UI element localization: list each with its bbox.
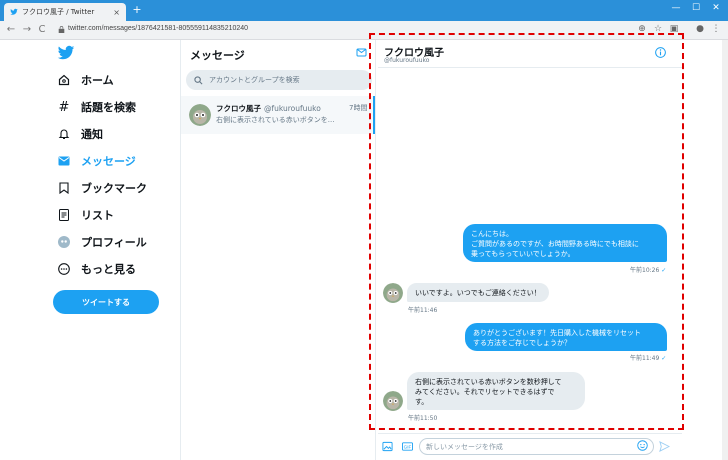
sidebar-item-notifications[interactable]: 通知 bbox=[57, 124, 103, 144]
message-line: ご質問があるのですが、お時間野ある時にでも相談に bbox=[471, 240, 639, 248]
message-timestamp: 午前10:26 ✓ bbox=[630, 265, 666, 274]
list-icon bbox=[57, 208, 71, 222]
lock-icon bbox=[58, 26, 65, 33]
message-input-placeholder: 新しいメッセージを作成 bbox=[426, 442, 503, 451]
more-icon bbox=[57, 262, 71, 276]
tab-title: フクロウ風子 / Twitter bbox=[22, 8, 95, 16]
profile-avatar-icon bbox=[57, 235, 71, 249]
avatar bbox=[383, 283, 403, 303]
back-button[interactable]: ← bbox=[5, 24, 17, 35]
message-time: 午前11:49 bbox=[630, 355, 660, 362]
received-message: いいですよ。いつでもご連絡ください！ bbox=[407, 283, 549, 302]
received-message: 右側に表示されている赤いボタンを数秒押して みてください。それでリセットできるは… bbox=[407, 372, 585, 410]
message-line: 乗ってもらっていいでしょうか。 bbox=[471, 250, 575, 258]
sidebar-item-explore[interactable]: # 話題を検索 bbox=[57, 97, 136, 117]
tweet-button[interactable]: ツイートする bbox=[53, 290, 159, 314]
selected-indicator bbox=[373, 96, 375, 134]
composer-divider bbox=[378, 433, 682, 434]
sent-message: ありがとうございます！先日購入した機械をリセット する方法をご存じでしょうか？ bbox=[465, 323, 667, 351]
info-icon[interactable] bbox=[655, 47, 666, 58]
home-icon bbox=[57, 73, 71, 87]
sidebar-item-label: ブックマーク bbox=[81, 182, 147, 195]
sidebar-item-more[interactable]: もっと見る bbox=[57, 259, 136, 279]
account-icon[interactable]: ● bbox=[694, 24, 706, 34]
browser-tabbar: フクロウ風子 / Twitter × + — ☐ ✕ bbox=[0, 0, 728, 21]
url-field[interactable]: twitter.com/messages/1876421581-80555911… bbox=[68, 25, 248, 32]
conversation-item[interactable]: フクロウ風子 @fukuroufuuko 7時間 右側に表示されている赤いボタンを… bbox=[181, 96, 375, 134]
sidebar-item-messages[interactable]: メッセージ bbox=[57, 151, 136, 171]
sidebar-item-label: 通知 bbox=[81, 128, 103, 141]
sidebar-item-label: リスト bbox=[81, 209, 114, 222]
avatar bbox=[383, 391, 403, 411]
maximize-button[interactable]: ☐ bbox=[686, 3, 706, 13]
envelope-icon bbox=[57, 154, 71, 168]
svg-text:GIF: GIF bbox=[404, 445, 412, 450]
message-line: ありがとうございます！先日購入した機械をリセット bbox=[473, 329, 641, 337]
gif-icon[interactable]: GIF bbox=[402, 441, 413, 452]
new-tab-button[interactable]: + bbox=[131, 4, 143, 16]
forward-button[interactable]: → bbox=[21, 24, 33, 35]
message-input[interactable]: 新しいメッセージを作成 bbox=[419, 438, 654, 455]
message-line: こんにちは。 bbox=[471, 230, 513, 238]
search-icon bbox=[194, 75, 203, 84]
sidebar-item-home[interactable]: ホーム bbox=[57, 70, 114, 90]
sidebar-item-label: もっと見る bbox=[81, 263, 136, 276]
close-window-button[interactable]: ✕ bbox=[706, 3, 726, 13]
browser-tab[interactable]: フクロウ風子 / Twitter × bbox=[4, 3, 126, 21]
image-icon[interactable] bbox=[382, 441, 393, 452]
sidebar-item-label: 話題を検索 bbox=[81, 101, 136, 114]
hashtag-icon: # bbox=[58, 99, 70, 115]
sidebar-item-lists[interactable]: リスト bbox=[57, 205, 114, 225]
sidebar-item-profile[interactable]: プロフィール bbox=[57, 232, 147, 252]
sidebar-item-label: プロフィール bbox=[81, 236, 147, 249]
chat-header-divider bbox=[378, 67, 682, 68]
reload-button[interactable]: C bbox=[36, 24, 48, 35]
extension-icon[interactable]: ▣ bbox=[668, 24, 680, 34]
twitter-favicon-icon bbox=[10, 8, 18, 15]
new-message-icon[interactable] bbox=[356, 47, 368, 59]
read-check-icon: ✓ bbox=[661, 267, 667, 274]
conversation-time: 7時間 bbox=[349, 104, 368, 112]
message-line: いいですよ。いつでもご連絡ください！ bbox=[415, 289, 541, 297]
message-line: する方法をご存じでしょうか？ bbox=[473, 339, 571, 347]
message-line: す。 bbox=[415, 398, 429, 406]
chat-handle: @fukuroufuuko bbox=[384, 57, 430, 64]
address-bar: ← → C twitter.com/messages/1876421581-80… bbox=[0, 21, 728, 40]
conversation-name: フクロウ風子 @fukuroufuuko bbox=[216, 103, 321, 114]
bell-icon bbox=[57, 127, 71, 141]
zoom-icon[interactable]: ⊕ bbox=[636, 24, 648, 34]
bookmark-icon bbox=[57, 181, 71, 195]
avatar bbox=[189, 104, 211, 126]
message-time: 午前10:26 bbox=[630, 267, 660, 274]
menu-icon[interactable]: ⋮ bbox=[710, 24, 722, 34]
message-timestamp: 午前11:50 bbox=[408, 415, 438, 422]
messages-title: メッセージ bbox=[190, 49, 245, 62]
read-check-icon: ✓ bbox=[661, 355, 667, 362]
conversation-handle: @fukuroufuuko bbox=[264, 104, 321, 113]
sent-message: こんにちは。 ご質問があるのですが、お時間野ある時にでも相談に 乗ってもらってい… bbox=[463, 224, 667, 262]
minimize-button[interactable]: — bbox=[666, 3, 686, 13]
message-line: みてください。それでリセットできるはずで bbox=[415, 388, 555, 396]
conversation-display-name: フクロウ風子 bbox=[216, 104, 261, 113]
scrollbar[interactable] bbox=[722, 40, 728, 460]
bookmark-star-icon[interactable]: ☆ bbox=[652, 24, 664, 34]
send-icon[interactable] bbox=[659, 441, 670, 452]
conversation-preview: 右側に表示されている赤いボタンを... bbox=[216, 116, 335, 124]
tab-close-icon[interactable]: × bbox=[113, 8, 120, 17]
message-timestamp: 午前11:46 bbox=[408, 307, 438, 314]
sidebar-item-label: ホーム bbox=[81, 74, 114, 87]
sidebar-item-bookmarks[interactable]: ブックマーク bbox=[57, 178, 147, 198]
search-placeholder: アカウントとグループを検索 bbox=[209, 76, 300, 84]
sidebar-item-label: メッセージ bbox=[81, 155, 136, 168]
search-input[interactable]: アカウントとグループを検索 bbox=[186, 70, 372, 90]
twitter-logo-icon[interactable] bbox=[56, 44, 76, 62]
message-timestamp: 午前11:49 ✓ bbox=[630, 353, 666, 362]
emoji-icon[interactable] bbox=[637, 440, 648, 451]
message-line: 右側に表示されている赤いボタンを数秒押して bbox=[415, 378, 562, 386]
